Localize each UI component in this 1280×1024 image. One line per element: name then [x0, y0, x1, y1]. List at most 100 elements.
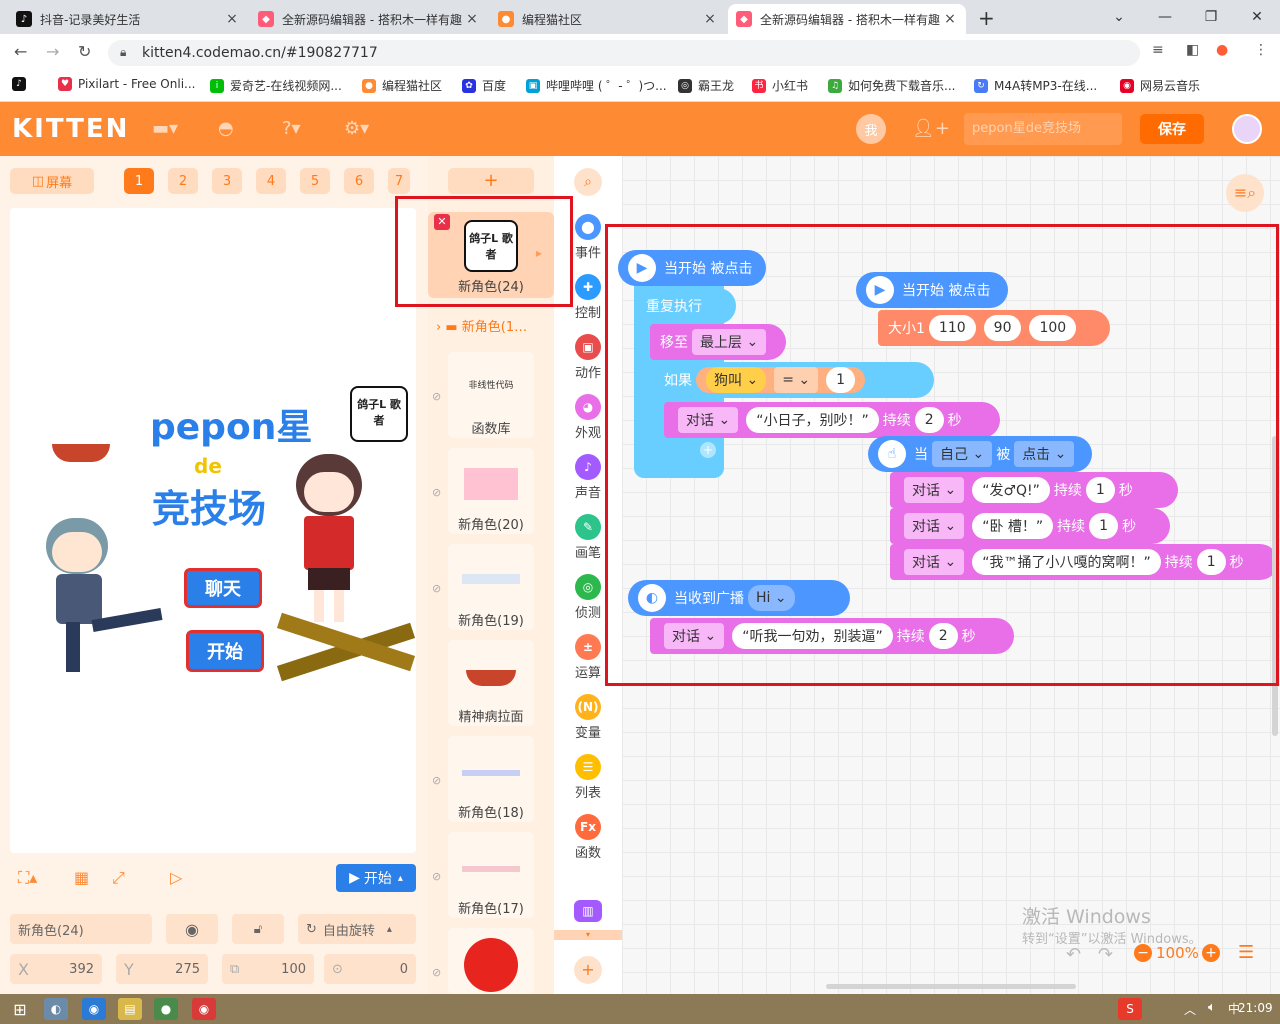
- back-icon[interactable]: ←: [14, 42, 27, 61]
- tab-douyin[interactable]: ♪ 抖音-记录美好生活 ×: [8, 4, 248, 34]
- tab-editor-active[interactable]: ◆ 全新源码编辑器 - 搭积木一样有趣 ×: [728, 4, 966, 34]
- x-position-field[interactable]: X 392: [10, 954, 102, 984]
- redo-icon[interactable]: ↷: [1098, 944, 1113, 965]
- project-name-input[interactable]: pepon星de竞技场: [964, 113, 1122, 145]
- chrome-icon[interactable]: ●: [154, 998, 178, 1020]
- size-field[interactable]: ⧉ 100: [222, 954, 314, 984]
- boy-character-sprite[interactable]: [16, 518, 166, 678]
- restore-icon[interactable]: ❐: [1188, 0, 1234, 34]
- screen-tab-7[interactable]: 7: [388, 168, 410, 194]
- close-window-icon[interactable]: ✕: [1234, 0, 1280, 34]
- save-button[interactable]: 保存: [1140, 114, 1204, 144]
- category-functions[interactable]: Fx 函数: [554, 814, 622, 861]
- screen-tab-2[interactable]: 2: [168, 168, 198, 194]
- screen-tab-5[interactable]: 5: [300, 168, 330, 194]
- rotation-mode-select[interactable]: ↻ 自由旋转 ▴: [298, 914, 416, 944]
- hidden-eye-icon[interactable]: ⊘: [432, 774, 441, 787]
- side-panel-icon[interactable]: ◧: [1186, 42, 1199, 58]
- category-lists[interactable]: ☰ 列表: [554, 754, 622, 801]
- start-run-button[interactable]: ▶ 开始 ▴: [336, 864, 416, 892]
- new-tab-button[interactable]: +: [978, 6, 995, 30]
- screen-tab-4[interactable]: 4: [256, 168, 286, 194]
- bookmark-bilibili[interactable]: ▣ 哔哩哔哩 ( ゜- ゜)つ...: [526, 77, 667, 94]
- block-search-icon[interactable]: ≡⌕: [1226, 174, 1264, 212]
- sprite-name-field[interactable]: 新角色(24): [10, 914, 152, 944]
- folder-menu-icon[interactable]: ▬▾: [152, 118, 178, 139]
- edge-icon[interactable]: ◉: [82, 998, 106, 1020]
- search-icon[interactable]: ⌕: [574, 168, 602, 196]
- zoom-in-icon[interactable]: +: [1202, 944, 1220, 962]
- add-extension-icon[interactable]: +: [574, 956, 602, 984]
- category-variables[interactable]: (N) 变量: [554, 694, 622, 741]
- backpack-icon[interactable]: ◓: [218, 118, 234, 139]
- bookmark-pixilart[interactable]: ♥ Pixilart - Free Onli...: [58, 77, 195, 91]
- tab-search-icon[interactable]: ⌄: [1096, 0, 1142, 34]
- chevron-down-icon[interactable]: ▾: [554, 930, 622, 940]
- screen-toggle-button[interactable]: ◫ 屏幕: [10, 168, 94, 194]
- extension-icon[interactable]: ●: [1216, 42, 1228, 58]
- bookmark-m4a[interactable]: ↻ M4A转MP3-在线...: [974, 77, 1097, 94]
- netease-music-icon[interactable]: ◉: [192, 998, 216, 1020]
- direction-field[interactable]: ⊙ 0: [324, 954, 416, 984]
- stage-scene[interactable]: pepon星 de 竞技场 鸽子L 歌者 聊天 开始: [10, 378, 416, 683]
- selected-sprite-on-stage[interactable]: 鸽子L 歌者: [350, 386, 408, 442]
- add-sprite-button[interactable]: +: [448, 168, 534, 194]
- close-tab-icon[interactable]: ×: [464, 11, 480, 27]
- hidden-eye-icon[interactable]: ⊘: [432, 870, 441, 883]
- hidden-eye-icon[interactable]: ⊘: [432, 486, 441, 499]
- stage-canvas[interactable]: pepon星 de 竞技场 鸽子L 歌者 聊天 开始: [10, 208, 416, 853]
- align-blocks-icon[interactable]: ☰: [1238, 942, 1254, 963]
- url-field[interactable]: 🔒︎ kitten4.codemao.cn/#190827717: [108, 40, 1140, 66]
- close-tab-icon[interactable]: ×: [942, 11, 958, 27]
- sprite-item[interactable]: [448, 928, 534, 994]
- bookmark-xiaohongshu[interactable]: 书小红书: [752, 77, 808, 94]
- forward-icon[interactable]: →: [46, 42, 59, 61]
- me-button[interactable]: 我: [856, 114, 886, 144]
- bookmark-codemao[interactable]: ● 编程猫社区: [362, 77, 442, 94]
- bookmark-baidu[interactable]: ✿ 百度: [462, 77, 506, 94]
- screen-tab-3[interactable]: 3: [212, 168, 242, 194]
- stage-start-button[interactable]: 开始: [186, 630, 264, 672]
- settings-menu-icon[interactable]: ⚙▾: [344, 118, 369, 139]
- play-preview-icon[interactable]: ▷: [170, 868, 182, 887]
- add-collaborator-icon[interactable]: 👤︎+: [912, 118, 950, 139]
- y-position-field[interactable]: Y 275: [116, 954, 208, 984]
- hidden-eye-icon[interactable]: ⊘: [432, 582, 441, 595]
- close-tab-icon[interactable]: ×: [702, 11, 718, 27]
- minimize-icon[interactable]: —: [1142, 0, 1188, 34]
- tab-community[interactable]: ● 编程猫社区 ×: [490, 4, 726, 34]
- tab-editor-1[interactable]: ◆ 全新源码编辑器 - 搭积木一样有趣 ×: [250, 4, 488, 34]
- bookmark-iqiyi[interactable]: i 爱奇艺-在线视频网...: [210, 77, 342, 94]
- screen-tab-6[interactable]: 6: [344, 168, 374, 194]
- visibility-eye-icon[interactable]: ◉: [166, 914, 218, 944]
- girl-character-sprite[interactable]: [286, 454, 370, 624]
- bookmark-music-download[interactable]: ♫ 如何免费下载音乐...: [828, 77, 955, 94]
- close-tab-icon[interactable]: ×: [224, 11, 240, 27]
- bookmark-bawanglong[interactable]: ◎ 霸王龙: [678, 77, 734, 94]
- app-icon[interactable]: ◐: [44, 998, 68, 1020]
- volume-icon[interactable]: 🔈︎: [1208, 1000, 1216, 1015]
- sprite-folder[interactable]: › ▬ 新角色(1…: [436, 316, 527, 335]
- help-menu-icon[interactable]: ?▾: [282, 118, 301, 139]
- fullscreen-icon[interactable]: ⤢: [112, 868, 125, 888]
- bookmark-netease-music[interactable]: ◉ 网易云音乐: [1120, 77, 1200, 94]
- screen-tab-1[interactable]: 1: [124, 168, 154, 194]
- zoom-out-icon[interactable]: −: [1134, 944, 1152, 962]
- piano-extension-icon[interactable]: ▥: [574, 900, 602, 922]
- noodle-bowl-sprite[interactable]: [52, 444, 110, 462]
- stage-chat-button[interactable]: 聊天: [184, 568, 262, 608]
- lock-sprite-icon[interactable]: 🔓︎: [232, 914, 284, 944]
- sogou-input-icon[interactable]: S: [1118, 998, 1142, 1020]
- horizontal-scrollbar[interactable]: [826, 984, 1076, 989]
- reload-icon[interactable]: ↻: [78, 42, 91, 61]
- menu-icon[interactable]: ⋮: [1254, 42, 1268, 58]
- grid-icon[interactable]: ▦: [74, 868, 89, 887]
- bookmark-douyin[interactable]: ♪: [12, 77, 32, 91]
- user-avatar[interactable]: [1232, 114, 1262, 144]
- undo-icon[interactable]: ↶: [1066, 944, 1081, 965]
- hidden-eye-icon[interactable]: ⊘: [432, 966, 441, 979]
- windows-start-icon[interactable]: ⊞: [8, 998, 32, 1020]
- notepad-icon[interactable]: ▤: [118, 998, 142, 1020]
- reading-list-icon[interactable]: ≡: [1152, 42, 1164, 58]
- tray-chevron-icon[interactable]: ︿: [1184, 1001, 1196, 1018]
